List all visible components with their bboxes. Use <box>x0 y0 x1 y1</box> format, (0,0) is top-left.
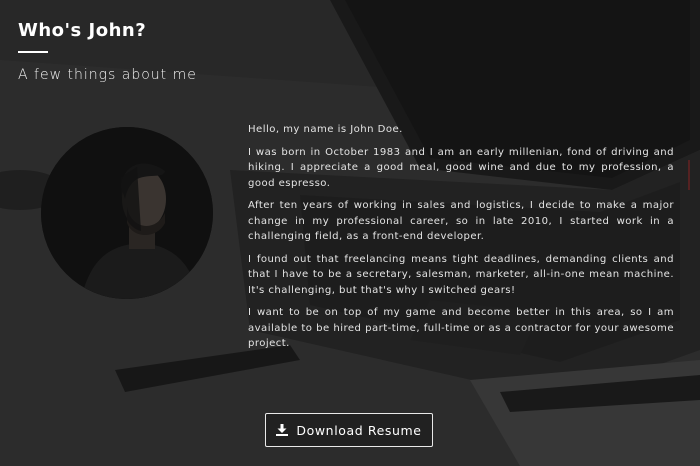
bio-paragraph-intro: Hello, my name is John Doe. <box>248 124 403 135</box>
avatar <box>41 127 213 299</box>
bio-text: Hello, my name is John Doe. I was born i… <box>248 122 674 359</box>
bio-paragraph-career: After ten years of working in sales and … <box>248 200 674 242</box>
bio-paragraph-freelancing: I found out that freelancing means tight… <box>248 253 674 296</box>
section-header: Who's John? A few things about me <box>18 20 197 83</box>
bio-paragraph-availability: I want to be on top of my game and becom… <box>248 307 674 349</box>
about-page: Who's John? A few things about me Hello,… <box>0 0 700 466</box>
bio-paragraph-birth: I was born in October 1983 and I am an e… <box>248 146 674 189</box>
download-resume-label: Download Resume <box>296 422 422 438</box>
title-underline <box>18 51 48 53</box>
page-subtitle: A few things about me <box>18 67 197 83</box>
download-icon <box>276 424 289 436</box>
page-title: Who's John? <box>18 20 147 41</box>
download-resume-button[interactable]: Download Resume <box>265 413 433 447</box>
